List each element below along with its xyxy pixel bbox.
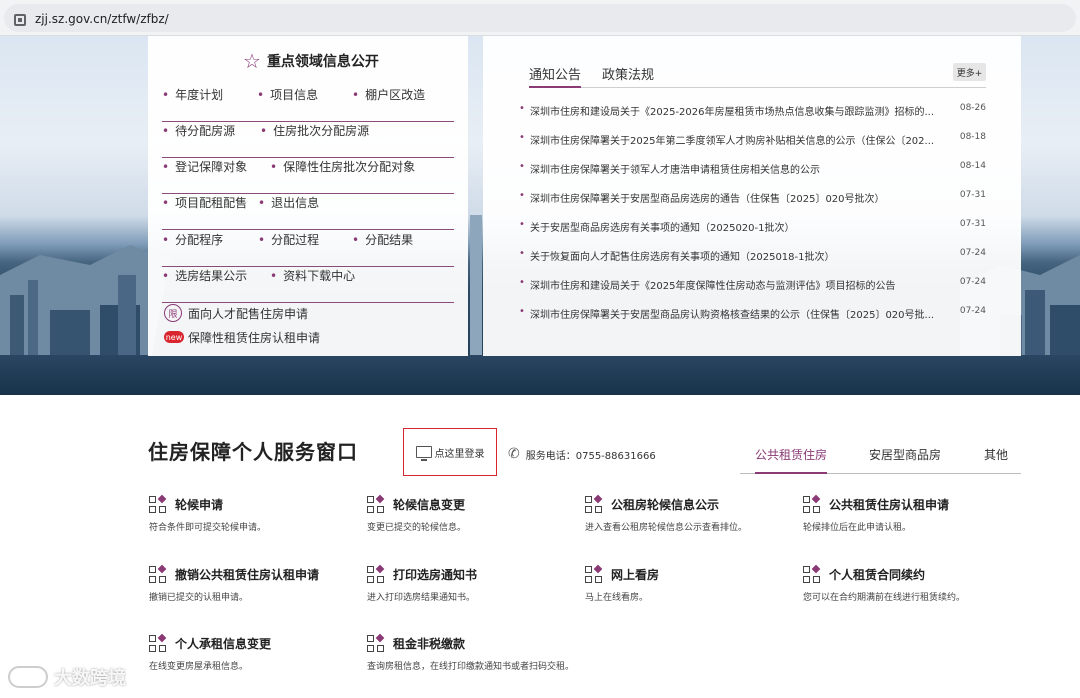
url-field[interactable]: zjj.sz.gov.cn/ztfw/zfbz/: [4, 4, 1076, 32]
news-item[interactable]: • 深圳市住房保障署关于领军人才唐浩申请租赁住房相关信息的公示 08-14: [519, 161, 986, 177]
tab-affordable-housing[interactable]: 安居型商品房: [869, 446, 941, 474]
news-item[interactable]: • 关于安居型商品房选房有关事项的通知（2025020-1批次） 07-31: [519, 219, 986, 235]
grid-icon: [367, 564, 385, 584]
watermark: 大数跨境: [8, 664, 126, 690]
service-title: 住房保障个人服务窗口: [148, 440, 358, 464]
link-selection-result[interactable]: 选房结果公示: [162, 267, 247, 284]
phone-icon: ✆: [508, 446, 520, 462]
grid-icon: [149, 564, 167, 584]
service-item[interactable]: 个人承租信息变更 在线变更房屋承租信息。: [149, 633, 359, 675]
grid-icon: [367, 494, 385, 514]
rental-application-link[interactable]: new 保障性租赁住房认租申请: [164, 328, 320, 346]
service-item[interactable]: 网上看房 马上在线看房。: [585, 564, 795, 606]
service-item[interactable]: 公共租赁住房认租申请 轮候排位后在此申请认租。: [803, 494, 1013, 536]
grid-icon: [585, 494, 603, 514]
link-exit-info[interactable]: 退出信息: [258, 194, 319, 211]
service-item[interactable]: 轮候信息变更 变更已提交的轮候信息。: [367, 494, 577, 536]
key-info-row: 登记保障对象 保障性住房批次分配对象: [162, 158, 454, 194]
news-tabs: 通知公告 政策法规: [529, 64, 986, 88]
link-process[interactable]: 分配过程: [258, 231, 319, 248]
harbor-water: [0, 355, 1080, 395]
key-info-row: 待分配房源 住房批次分配房源: [162, 122, 454, 158]
more-button[interactable]: 更多+: [953, 63, 986, 81]
service-item[interactable]: 轮候申请 符合条件即可提交轮候申请。: [149, 494, 359, 536]
key-info-row: 年度计划 项目信息 棚户区改造: [162, 86, 454, 122]
service-item[interactable]: 租金非税缴款 查询房租信息，在线打印缴款通知书或者扫码交租。: [367, 633, 577, 691]
star-icon: ☆: [243, 49, 261, 73]
key-info-row: 选房结果公示 资料下载中心: [162, 267, 454, 303]
service-item[interactable]: 打印选房通知书 进入打印选房结果通知书。: [367, 564, 577, 606]
browser-address-bar: zjj.sz.gov.cn/ztfw/zfbz/: [0, 0, 1080, 36]
key-info-row: 项目配租配售 退出信息: [162, 194, 454, 230]
key-info-title: ☆ 重点领域信息公开: [243, 49, 379, 73]
tab-public-rental[interactable]: 公共租赁住房: [755, 446, 828, 474]
watermark-logo-icon: [8, 666, 48, 688]
monitor-icon: [415, 446, 432, 461]
new-badge: new: [164, 331, 184, 343]
link-pending-housing[interactable]: 待分配房源: [162, 122, 235, 139]
service-phone: ✆ 服务电话：0755-88631666: [508, 446, 656, 462]
link-batch-objects[interactable]: 保障性住房批次分配对象: [270, 158, 415, 175]
limited-badge: 限: [164, 304, 182, 322]
url-text[interactable]: zjj.sz.gov.cn/ztfw/zfbz/: [35, 12, 169, 26]
link-downloads[interactable]: 资料下载中心: [270, 267, 355, 284]
link-result[interactable]: 分配结果: [352, 231, 413, 248]
news-item[interactable]: • 深圳市住房保障署关于2025年第二季度领军人才购房补贴相关信息的公示（住保公〔…: [519, 132, 986, 148]
tab-other[interactable]: 其他: [984, 446, 1008, 474]
grid-icon: [803, 564, 821, 584]
service-tabs: 公共租赁住房 安居型商品房 其他: [740, 446, 1021, 474]
link-project-info[interactable]: 项目信息: [257, 86, 318, 103]
talent-housing-link[interactable]: 限 面向人才配售住房申请: [164, 304, 308, 322]
grid-icon: [367, 633, 385, 653]
grid-icon: [585, 564, 603, 584]
link-allocation[interactable]: 项目配租配售: [162, 194, 247, 211]
grid-icon: [149, 494, 167, 514]
news-item[interactable]: • 深圳市住房和建设局关于《2025-2026年房屋租赁市场热点信息收集与跟踪监测…: [519, 103, 986, 119]
grid-icon: [149, 633, 167, 653]
key-info-row: 分配程序 分配过程 分配结果: [162, 231, 454, 267]
tab-notices[interactable]: 通知公告: [529, 64, 582, 88]
news-item[interactable]: • 关于恢复面向人才配售住房选房有关事项的通知（2025018-1批次） 07-24: [519, 248, 986, 264]
service-item[interactable]: 个人租赁合同续约 您可以在合约期满前在线进行租赁续约。: [803, 564, 1013, 606]
link-batch-housing[interactable]: 住房批次分配房源: [260, 122, 369, 139]
link-registered-objects[interactable]: 登记保障对象: [162, 158, 247, 175]
site-info-icon[interactable]: [14, 14, 26, 26]
login-button[interactable]: 点这里登录: [403, 428, 497, 476]
link-annual-plan[interactable]: 年度计划: [162, 86, 223, 103]
news-item[interactable]: • 深圳市住房保障署关于安居型商品房认购资格核查结果的公示（住保售〔2025〕02…: [519, 306, 986, 322]
news-item[interactable]: • 深圳市住房保障署关于安居型商品房选房的通告（住保售〔2025〕020号批次） 0…: [519, 190, 986, 206]
grid-icon: [803, 494, 821, 514]
link-procedure[interactable]: 分配程序: [162, 231, 223, 248]
service-item[interactable]: 公租房轮候信息公示 进入查看公租房轮候信息公示查看排位。: [585, 494, 795, 536]
service-item[interactable]: 撤销公共租赁住房认租申请 撤销已提交的认租申请。: [149, 564, 359, 606]
tab-policies[interactable]: 政策法规: [602, 64, 654, 88]
news-item[interactable]: • 深圳市住房和建设局关于《2025年度保障性住房动态与监测评估》项目招标的公告 0…: [519, 277, 986, 293]
link-shantytown[interactable]: 棚户区改造: [352, 86, 425, 103]
